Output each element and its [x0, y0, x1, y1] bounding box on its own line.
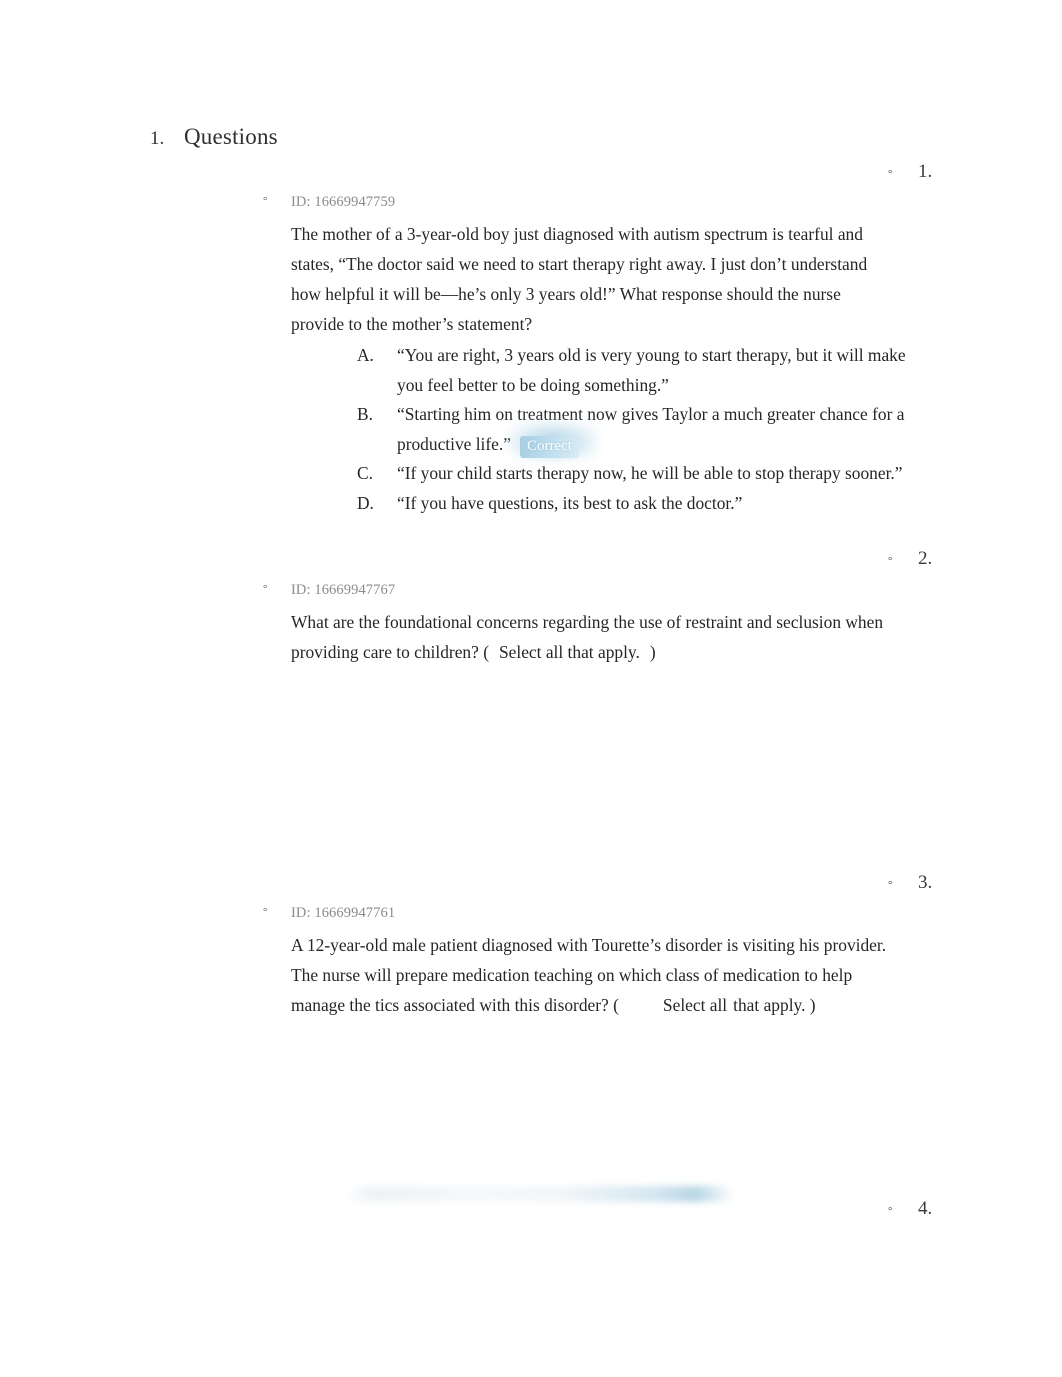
- right-list-number: 2.: [918, 548, 933, 569]
- question-block-1: ° ID: 16669947759 The mother of a 3-year…: [263, 194, 906, 518]
- question-id-row: ° ID: 16669947767: [263, 582, 903, 599]
- question-id-label: ID: 16669947767: [291, 582, 396, 598]
- option-text: “If you have questions, its best to ask …: [397, 492, 743, 513]
- answer-options-list: A. “You are right, 3 years old is very y…: [357, 341, 906, 518]
- answer-option-c[interactable]: C. “If your child starts therapy now, he…: [357, 459, 922, 489]
- question-stem-part2: ): [649, 642, 656, 662]
- option-text: “You are right, 3 years old is very youn…: [397, 345, 906, 395]
- status-badge-correct: Correct: [519, 435, 579, 458]
- question-id-row: ° ID: 16669947759: [263, 194, 903, 211]
- option-letter: A.: [357, 345, 374, 365]
- right-list-number: 4.: [918, 1198, 933, 1219]
- right-list-number: 3.: [918, 872, 933, 893]
- option-letter: B.: [357, 404, 373, 424]
- option-letter: C.: [357, 463, 373, 483]
- right-list-marker-3: ° 3.: [888, 873, 932, 892]
- circle-bullet-icon: °: [888, 1205, 893, 1217]
- right-list-marker-1: ° 1.: [888, 162, 932, 181]
- question-stem: The mother of a 3-year-old boy just diag…: [291, 224, 868, 334]
- option-letter: D.: [357, 492, 374, 513]
- circle-bullet-icon: °: [888, 168, 893, 180]
- question-block-3: ° ID: 16669947761 A 12-year-old male pat…: [263, 905, 923, 1020]
- circle-bullet-icon: °: [888, 879, 893, 891]
- question-stem-select-instruction: Select all: [662, 995, 728, 1015]
- question-id-row: ° ID: 16669947761: [263, 905, 923, 922]
- question-id-label: ID: 16669947761: [291, 905, 396, 921]
- answer-option-b[interactable]: B. “Starting him on treatment now gives …: [357, 400, 922, 460]
- right-list-marker-2: ° 2.: [888, 549, 932, 568]
- heading-list-marker: 1.: [150, 128, 165, 149]
- right-list-number: 1.: [918, 161, 933, 182]
- answer-option-a[interactable]: A. “You are right, 3 years old is very y…: [357, 341, 922, 400]
- question-stem-part2: that apply. ): [733, 995, 816, 1015]
- option-text: “Starting him on treatment now gives Tay…: [397, 404, 905, 454]
- question-id-label: ID: 16669947759: [291, 194, 396, 210]
- answer-option-d[interactable]: D. “If you have questions, its best to a…: [357, 489, 922, 519]
- circle-bullet-icon: °: [263, 195, 268, 207]
- circle-bullet-icon: °: [263, 906, 268, 918]
- heading-text: Questions: [184, 124, 278, 149]
- circle-bullet-icon: °: [888, 555, 893, 567]
- question-stem-select-instruction: Select all that apply.: [498, 642, 640, 662]
- page-title: 1. Questions: [150, 124, 278, 150]
- document-page: 1. Questions ° 1. ° 2. ° 3. ° 4. ° ID: 1…: [0, 0, 1062, 1377]
- correct-badge-wrapper: Correct: [506, 419, 599, 460]
- circle-bullet-icon: °: [263, 583, 268, 595]
- question-stem: A 12-year-old male patient diagnosed wit…: [291, 930, 903, 1020]
- right-list-marker-4: ° 4.: [888, 1199, 932, 1218]
- question-stem: What are the foundational concerns regar…: [291, 607, 886, 667]
- question-block-2: ° ID: 16669947767 What are the foundatio…: [263, 582, 903, 667]
- blurred-redaction-artifact: [348, 1186, 734, 1202]
- option-text: “If your child starts therapy now, he wi…: [397, 463, 903, 483]
